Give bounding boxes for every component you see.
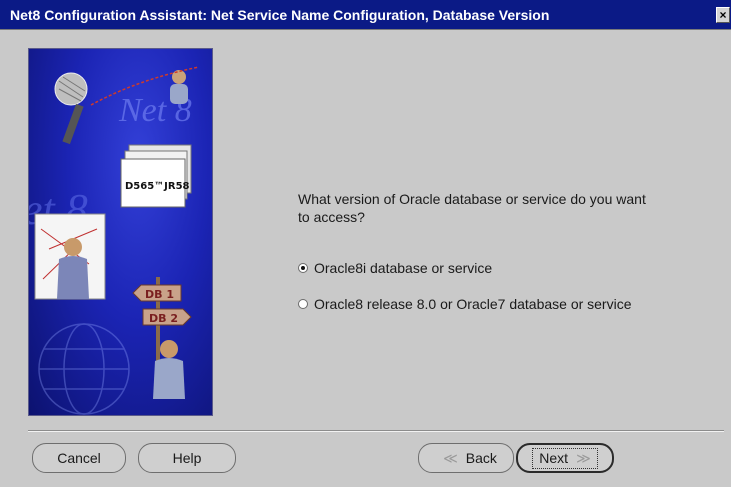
- folder-label: D565™JR58: [125, 181, 190, 192]
- divider: [28, 430, 724, 432]
- banner-artwork: Net 8 et 8 D565™JR58 DB 1 DB 2: [29, 66, 200, 415]
- folder-icon: D565™JR58: [120, 144, 192, 208]
- dialog-window: Net8 Configuration Assistant: Net Servic…: [0, 0, 731, 487]
- option-oracle8i[interactable]: Oracle8i database or service: [298, 260, 492, 276]
- option-label: Oracle8 release 8.0 or Oracle7 database …: [314, 296, 632, 312]
- next-label: Next: [539, 450, 569, 466]
- cancel-button[interactable]: Cancel: [32, 443, 126, 473]
- option-label: Oracle8i database or service: [314, 260, 493, 276]
- back-label: Back: [465, 450, 497, 466]
- net8-banner-image: Net 8 et 8 D565™JR58 DB 1 DB 2: [28, 48, 213, 416]
- globe-icon: [38, 323, 130, 415]
- title-bar[interactable]: Net8 Configuration Assistant: Net Servic…: [0, 0, 731, 30]
- chevron-left-icon: ≪: [443, 449, 458, 466]
- chevron-right-icon: ≫: [576, 449, 591, 466]
- next-button[interactable]: Next ≫: [516, 443, 614, 473]
- presenter-icon: [34, 213, 106, 300]
- microphone-icon: [54, 72, 88, 145]
- sign-label-db2: DB 2: [149, 312, 178, 325]
- window-title: Net8 Configuration Assistant: Net Servic…: [10, 7, 550, 23]
- person-icon: [170, 70, 188, 104]
- question-text: What version of Oracle database or servi…: [298, 191, 646, 225]
- back-button[interactable]: ≪ Back: [418, 443, 514, 473]
- next-focus-ring: Next ≫: [532, 447, 598, 469]
- radio-button[interactable]: [298, 299, 308, 309]
- sign-label-db1: DB 1: [145, 288, 174, 301]
- help-label: Help: [172, 450, 202, 466]
- option-oracle8-oracle7[interactable]: Oracle8 release 8.0 or Oracle7 database …: [298, 296, 632, 312]
- close-icon[interactable]: ×: [716, 7, 730, 23]
- cancel-label: Cancel: [57, 450, 101, 466]
- help-button[interactable]: Help: [138, 443, 236, 473]
- radio-button-selected[interactable]: [298, 263, 308, 273]
